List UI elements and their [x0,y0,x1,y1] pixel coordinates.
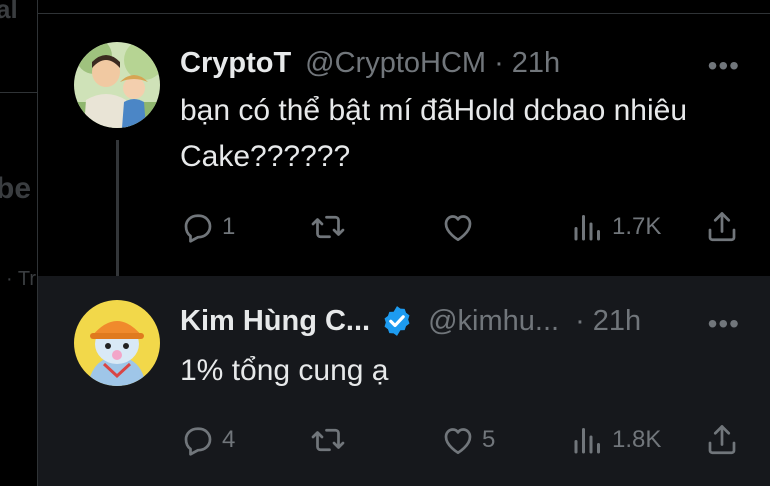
views-button[interactable]: 1.8K [570,420,661,460]
user-handle[interactable]: @CryptoHCM [305,47,486,80]
retweet-icon [311,215,345,239]
tweet-actions: 4 5 1.8K [180,420,740,460]
more-icon[interactable]: ••• [708,52,740,80]
views-count: 1.7K [612,213,662,240]
left-column-fragment: al [0,0,18,24]
avatar[interactable] [74,42,160,128]
more-icon[interactable]: ••• [708,310,740,338]
reply-icon [184,427,212,456]
divider [0,92,37,93]
retweet-button[interactable] [310,420,346,460]
views-icon [574,428,600,454]
verified-badge-icon [384,306,410,336]
display-name[interactable]: Kim Hùng C... [180,305,370,338]
share-button[interactable] [704,207,740,247]
share-icon [708,212,736,242]
user-handle[interactable]: @kimhu... [428,305,559,338]
tweet-header: CryptoT @CryptoHCM · 21h [180,43,560,83]
like-button[interactable] [440,207,476,247]
left-column-fragment: be [0,172,32,205]
reply-button[interactable]: 4 [180,420,235,460]
left-column-fragment: · Tr [6,268,36,290]
share-icon [708,425,736,455]
thread-line [116,140,119,292]
timestamp[interactable]: 21h [593,305,641,338]
separator-dot: · [494,46,504,79]
like-count: 5 [482,426,496,453]
retweet-icon [311,428,345,452]
tweet[interactable]: CryptoT @CryptoHCM · 21h ••• bạn có thể … [38,14,770,292]
share-button[interactable] [704,420,740,460]
reply-button[interactable]: 1 [180,207,235,247]
tweet-text: 1% tổng cung ạ [180,354,389,387]
reply-count: 4 [222,426,236,453]
like-button[interactable]: 5 [440,420,495,460]
avatar[interactable] [74,300,160,386]
views-button[interactable]: 1.7K [570,207,661,247]
views-count: 1.8K [612,426,662,453]
like-icon [444,215,472,242]
reply-icon [184,214,212,243]
tweet-text: bạn có thể bật mí đãHold dcbao nhiêu Cak… [180,94,688,173]
tweet[interactable]: Kim Hùng C... @kimhu... · 21h ••• 1% tổn… [38,276,770,486]
timestamp[interactable]: 21h [512,47,560,80]
views-icon [574,215,600,241]
left-column: al be · Tr [0,0,37,486]
separator-dot: · [575,304,585,337]
like-icon [444,428,472,455]
retweet-button[interactable] [310,207,346,247]
display-name[interactable]: CryptoT [180,47,291,80]
reply-count: 1 [222,213,236,240]
tweet-actions: 1 1.7K [180,207,740,247]
tweet-header: Kim Hùng C... @kimhu... · 21h [180,301,641,341]
